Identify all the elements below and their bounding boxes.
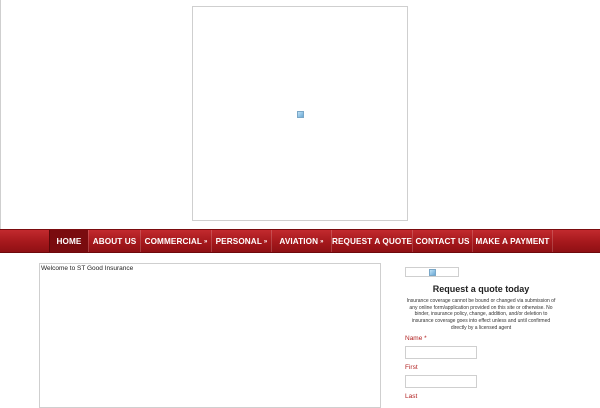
sidebar-image-frame[interactable] xyxy=(405,267,459,277)
page-edge-rule xyxy=(0,0,1,230)
nav-item-request-a-quote[interactable]: REQUEST A QUOTE xyxy=(331,230,412,252)
nav-item-make-a-payment[interactable]: MAKE A PAYMENT xyxy=(472,230,553,252)
broken-image-icon xyxy=(429,269,436,276)
header-logo-frame[interactable] xyxy=(192,6,408,221)
dropdown-arrow-icon: » xyxy=(203,239,208,245)
nav-item-label: ABOUT US xyxy=(92,236,137,246)
nav-item-label: MAKE A PAYMENT xyxy=(475,236,550,246)
nav-item-label: CONTACT US xyxy=(415,236,470,246)
nav-item-label: HOME xyxy=(56,236,82,246)
main-navigation: HOME ABOUT US COMMERCIAL » PERSONAL » AV… xyxy=(0,229,600,253)
nav-item-personal[interactable]: PERSONAL » xyxy=(211,230,271,252)
nav-item-label: COMMERCIAL xyxy=(144,236,202,246)
name-field-label: Name * xyxy=(405,335,427,342)
nav-item-about-us[interactable]: ABOUT US xyxy=(88,230,140,252)
last-name-label: Last xyxy=(405,393,418,400)
nav-item-commercial[interactable]: COMMERCIAL » xyxy=(140,230,211,252)
welcome-text: Welcome to ST Good Insurance xyxy=(41,265,134,272)
quote-disclaimer: Insurance coverage cannot be bound or ch… xyxy=(406,298,556,331)
dropdown-arrow-icon: » xyxy=(263,239,268,245)
last-name-input[interactable] xyxy=(405,375,477,388)
nav-item-home[interactable]: HOME xyxy=(49,230,88,252)
nav-item-label: PERSONAL xyxy=(215,236,262,246)
broken-image-icon xyxy=(297,111,304,118)
nav-item-aviation[interactable]: AVIATION » xyxy=(271,230,331,252)
nav-item-label: REQUEST A QUOTE xyxy=(331,236,413,246)
first-name-input[interactable] xyxy=(405,346,477,359)
first-name-label: First xyxy=(405,364,418,371)
dropdown-arrow-icon: » xyxy=(320,239,324,245)
nav-item-contact-us[interactable]: CONTACT US xyxy=(412,230,472,252)
name-label-text: Name xyxy=(405,335,423,342)
required-asterisk: * xyxy=(424,335,427,342)
quote-form-title: Request a quote today xyxy=(432,284,530,294)
main-content: Welcome to ST Good Insurance xyxy=(39,263,381,408)
nav-item-label: AVIATION xyxy=(279,236,319,246)
